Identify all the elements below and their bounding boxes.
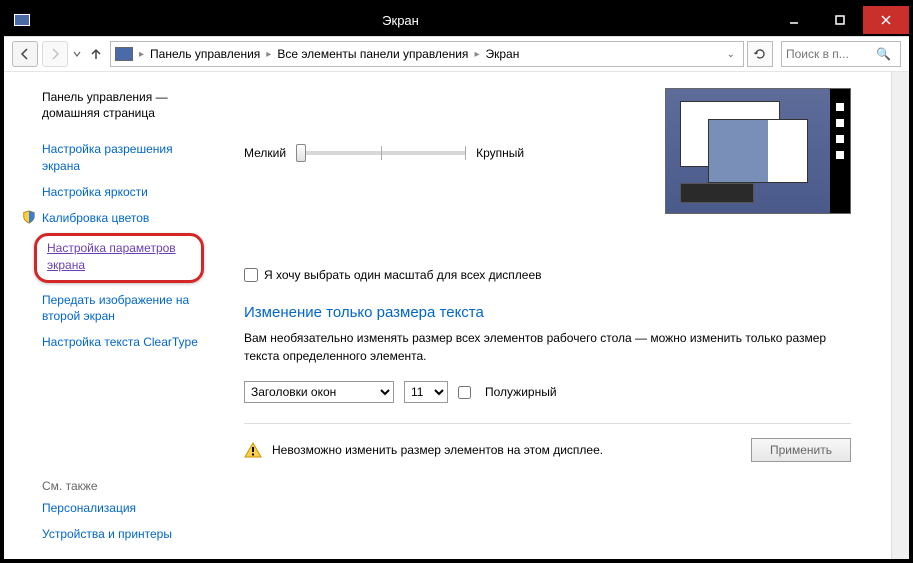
forward-button[interactable] (42, 41, 68, 67)
section-heading: Изменение только размера текста (244, 304, 851, 321)
breadcrumb: Панель управления ▸ Все элементы панели … (150, 47, 519, 61)
maximize-button[interactable] (817, 6, 863, 34)
titlebar: Экран (4, 4, 909, 36)
single-scale-checkbox[interactable] (244, 268, 258, 282)
display-preview (665, 88, 851, 214)
warning-icon (244, 441, 262, 459)
refresh-button[interactable] (747, 41, 773, 67)
search-box[interactable]: 🔍 (781, 41, 901, 67)
sidebar-link-display-settings-highlighted: Настройка параметров экрана (34, 233, 204, 283)
sidebar-link-label: Калибровка цветов (42, 211, 149, 225)
bold-checkbox[interactable] (458, 386, 471, 399)
element-select[interactable]: Заголовки окон (244, 381, 394, 403)
sidebar-link-project[interactable]: Передать изображение на второй экран (22, 287, 212, 329)
recent-dropdown-icon[interactable] (72, 49, 82, 59)
window: Экран ▸ Панель управления ▸ Все элементы… (0, 0, 913, 563)
sidebar-link-calibration[interactable]: Калибровка цветов (22, 205, 212, 231)
address-dropdown-icon[interactable]: ⌄ (723, 49, 739, 60)
breadcrumb-sep-icon: ▸ (474, 49, 479, 60)
address-bar[interactable]: ▸ Панель управления ▸ Все элементы панел… (110, 41, 744, 67)
section-text: Вам необязательно изменять размер всех э… (244, 329, 851, 365)
sidebar-link-display-settings[interactable]: Настройка параметров экрана (47, 241, 176, 272)
location-icon (115, 47, 133, 61)
app-icon (14, 14, 30, 26)
slider-min-label: Мелкий (244, 146, 286, 160)
slider-max-label: Крупный (476, 146, 524, 160)
breadcrumb-sep-icon: ▸ (139, 49, 144, 60)
breadcrumb-item[interactable]: Панель управления (150, 47, 260, 61)
breadcrumb-item[interactable]: Экран (485, 47, 519, 61)
footer-row: Невозможно изменить размер элементов на … (244, 423, 851, 462)
sidebar-link-brightness[interactable]: Настройка яркости (22, 179, 212, 205)
size-select[interactable]: 11 (404, 381, 448, 403)
up-button[interactable] (86, 44, 106, 64)
vertical-scrollbar[interactable] (891, 72, 909, 559)
checkbox-label: Я хочу выбрать один масштаб для всех дис… (264, 268, 542, 282)
back-button[interactable] (12, 41, 38, 67)
bold-label: Полужирный (485, 385, 557, 399)
sidebar-link-personalization[interactable]: Персонализация (22, 495, 212, 521)
search-icon[interactable]: 🔍 (876, 47, 891, 61)
search-input[interactable] (786, 47, 876, 61)
apply-button[interactable]: Применить (751, 438, 851, 462)
sidebar-home-link[interactable]: Панель управления — домашняя страница (22, 84, 212, 126)
sidebar-link-cleartype[interactable]: Настройка текста ClearType (22, 329, 212, 355)
main-content: Мелкий Крупный (222, 72, 891, 559)
minimize-button[interactable] (771, 6, 817, 34)
slider-thumb[interactable] (296, 144, 306, 162)
breadcrumb-item[interactable]: Все элементы панели управления (277, 47, 468, 61)
see-also-heading: См. также (22, 475, 212, 495)
single-scale-checkbox-row[interactable]: Я хочу выбрать один масштаб для всех дис… (244, 268, 851, 282)
window-title: Экран (30, 13, 771, 28)
breadcrumb-sep-icon: ▸ (266, 49, 271, 60)
scale-slider[interactable] (296, 140, 466, 166)
shield-icon (22, 210, 36, 224)
sidebar-link-resolution[interactable]: Настройка разрешения экрана (22, 136, 212, 178)
sidebar-link-devices[interactable]: Устройства и принтеры (22, 521, 212, 547)
navigation-bar: ▸ Панель управления ▸ Все элементы панел… (4, 36, 909, 72)
scale-slider-area: Мелкий Крупный (244, 88, 641, 214)
sidebar: Панель управления — домашняя страница На… (4, 72, 222, 559)
close-button[interactable] (863, 6, 909, 34)
warning-text: Невозможно изменить размер элементов на … (272, 443, 741, 457)
